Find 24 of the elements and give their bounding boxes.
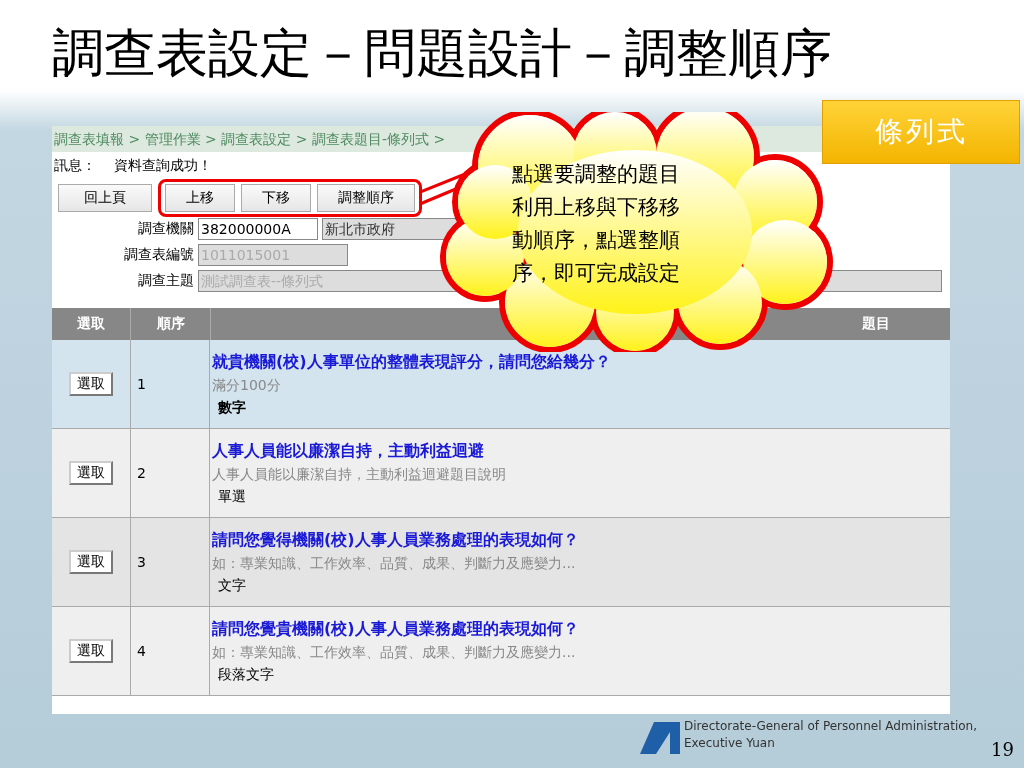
tooltip-text: 點選要調整的題目 利用上移與下移移 動順序，點選整順 序，即可完成設定 [512, 161, 680, 287]
question-type: 段落文字 [217, 665, 274, 684]
field-label: 調查機關 [137, 220, 194, 238]
slide-title: 調查表設定－問題設計－調整順序 [52, 22, 832, 85]
column-header: 題目 [861, 314, 891, 333]
section-tag: 條列式 [822, 100, 1020, 164]
organization-name: Executive Yuan [684, 735, 776, 752]
order-number: 4 [137, 643, 146, 659]
question-type: 數字 [217, 398, 246, 417]
question-description: 如：專業知識、工作效率、品質、成果、判斷力及應變力... [212, 643, 576, 662]
question-type: 文字 [217, 576, 246, 595]
question-description: 滿分100分 [212, 376, 281, 395]
organization-name: Directorate-General of Personnel Administration, [684, 718, 977, 735]
question-type: 單選 [217, 487, 246, 506]
question-description: 如：專業知識、工作效率、品質、成果、判斷力及應變力... [212, 554, 576, 573]
message-text: 資料查詢成功！ [114, 157, 212, 175]
field-label: 調查主題 [137, 272, 194, 290]
order-number: 2 [137, 465, 146, 481]
page-number: 19 [991, 739, 1014, 760]
order-number: 3 [137, 554, 146, 570]
question-description: 人事人員能以廉潔自持，主動利益迴避題目說明 [212, 465, 506, 484]
message-label: 訊息： [54, 157, 96, 175]
field-label: 調查表編號 [123, 246, 194, 264]
order-number: 1 [137, 376, 146, 392]
